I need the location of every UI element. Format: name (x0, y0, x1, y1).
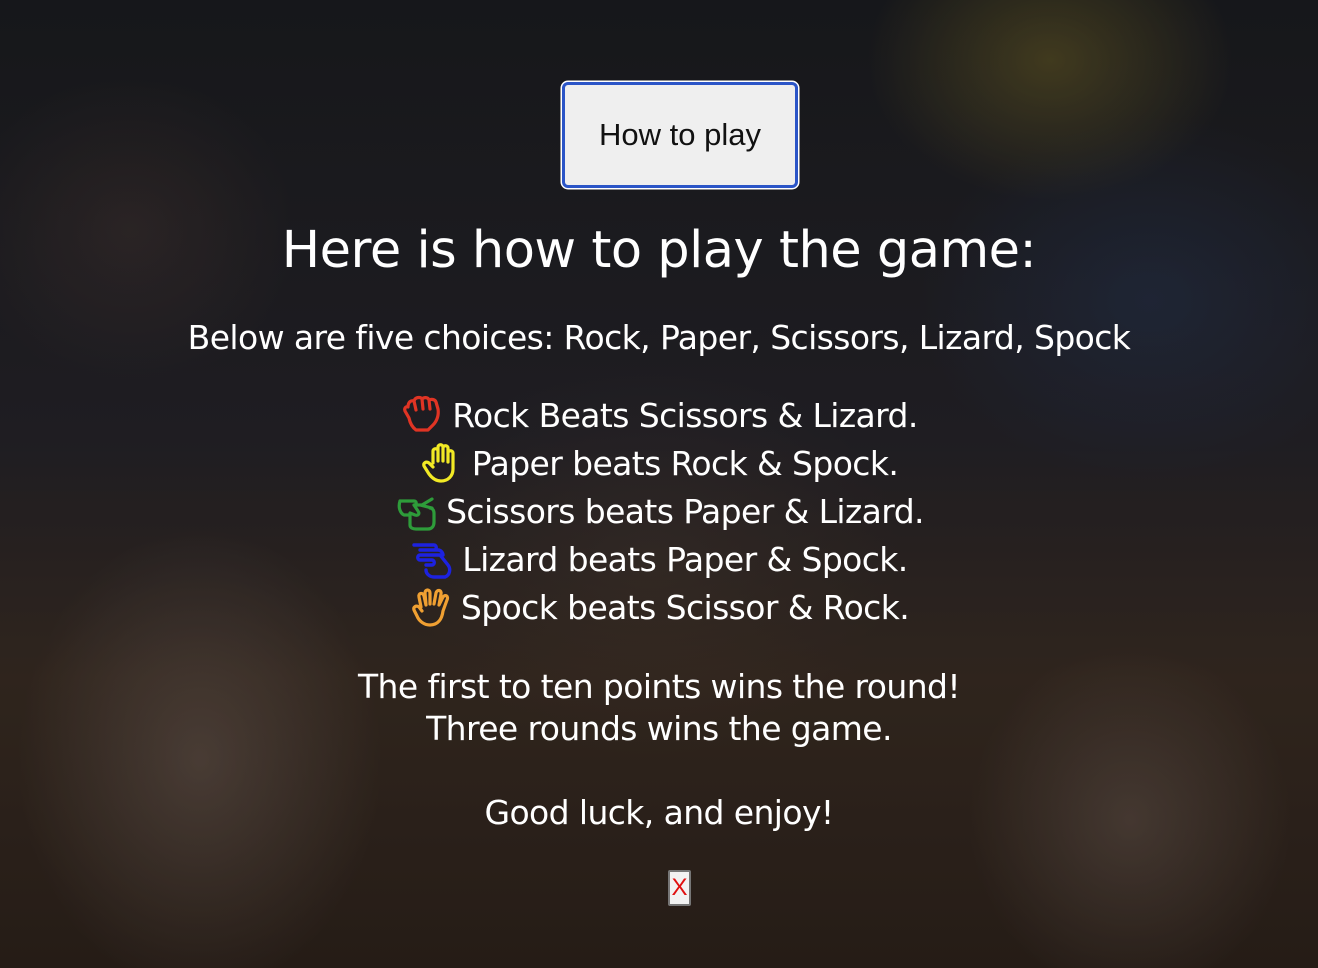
rule-lizard: Lizard beats Paper & Spock. (0, 536, 1318, 584)
rules-list: Rock Beats Scissors & Lizard. Paper beat… (0, 392, 1318, 632)
outro-round-rule: The first to ten points wins the round! (358, 667, 961, 706)
lizard-hand-icon (410, 537, 454, 581)
spock-hand-icon (409, 585, 453, 629)
rule-paper-text: Paper beats Rock & Spock. (471, 444, 899, 483)
how-to-play-modal: How to play Here is how to play the game… (0, 0, 1318, 968)
choices-intro: Below are five choices: Rock, Paper, Sci… (187, 318, 1131, 357)
rule-scissors: Scissors beats Paper & Lizard. (0, 488, 1318, 536)
how-to-play-button[interactable]: How to play (562, 82, 798, 188)
outro-game-rule: Three rounds wins the game. (426, 709, 892, 748)
rule-rock: Rock Beats Scissors & Lizard. (0, 392, 1318, 440)
rule-scissors-text: Scissors beats Paper & Lizard. (446, 492, 924, 531)
rule-rock-text: Rock Beats Scissors & Lizard. (452, 396, 918, 435)
close-modal-button[interactable]: X (668, 870, 691, 906)
modal-title: Here is how to play the game: (281, 221, 1037, 280)
rule-spock: Spock beats Scissor & Rock. (0, 584, 1318, 632)
paper-hand-icon (420, 441, 464, 485)
rule-spock-text: Spock beats Scissor & Rock. (460, 588, 910, 627)
scissors-hand-icon (394, 489, 438, 533)
rock-hand-icon (400, 393, 444, 437)
outro-good-luck: Good luck, and enjoy! (484, 793, 834, 832)
rule-lizard-text: Lizard beats Paper & Spock. (462, 540, 908, 579)
rule-paper: Paper beats Rock & Spock. (0, 440, 1318, 488)
